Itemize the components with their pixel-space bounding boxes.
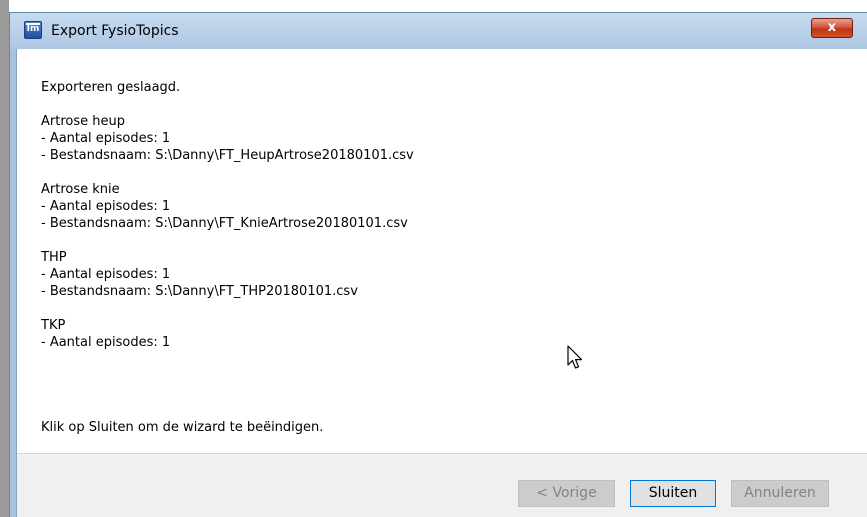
export-summary: Exporteren geslaagd. Artrose heup - Aant… [41,79,601,351]
group-episodes: - Aantal episodes: 1 [41,267,171,282]
finish-instruction: Klik op Sluiten om de wizard te beëindig… [41,420,324,435]
group-name: Artrose heup [41,114,125,129]
close-button[interactable]: Sluiten [630,480,716,507]
group-episodes: - Aantal episodes: 1 [41,131,171,146]
group-episodes: - Aantal episodes: 1 [41,335,171,350]
close-icon: x [827,20,837,35]
mouse-pointer-icon [567,345,583,369]
title-bar[interactable]: Im Export FysioTopics x [10,13,867,49]
group-episodes: - Aantal episodes: 1 [41,199,171,214]
background-window-edge [0,0,9,517]
group-filename: - Bestandsnaam: S:\Danny\FT_THP20180101.… [41,284,358,299]
group-name: THP [41,250,67,265]
window-title: Export FysioTopics [51,23,179,39]
group-name: TKP [41,318,66,333]
group-filename: - Bestandsnaam: S:\Danny\FT_HeupArtrose2… [41,148,414,163]
group-filename: - Bestandsnaam: S:\Danny\FT_KnieArtrose2… [41,216,408,231]
cancel-button[interactable]: Annuleren [731,480,829,507]
dialog-body: Exporteren geslaagd. Artrose heup - Aant… [16,49,867,517]
previous-button[interactable]: < Vorige [518,480,615,507]
close-window-button[interactable]: x [811,18,853,38]
export-dialog: Im Export FysioTopics x Exporteren gesla… [9,12,867,517]
app-icon: Im [24,21,42,39]
status-message: Exporteren geslaagd. [41,80,181,95]
button-bar: < Vorige Sluiten Annuleren [17,454,867,517]
group-name: Artrose knie [41,182,120,197]
